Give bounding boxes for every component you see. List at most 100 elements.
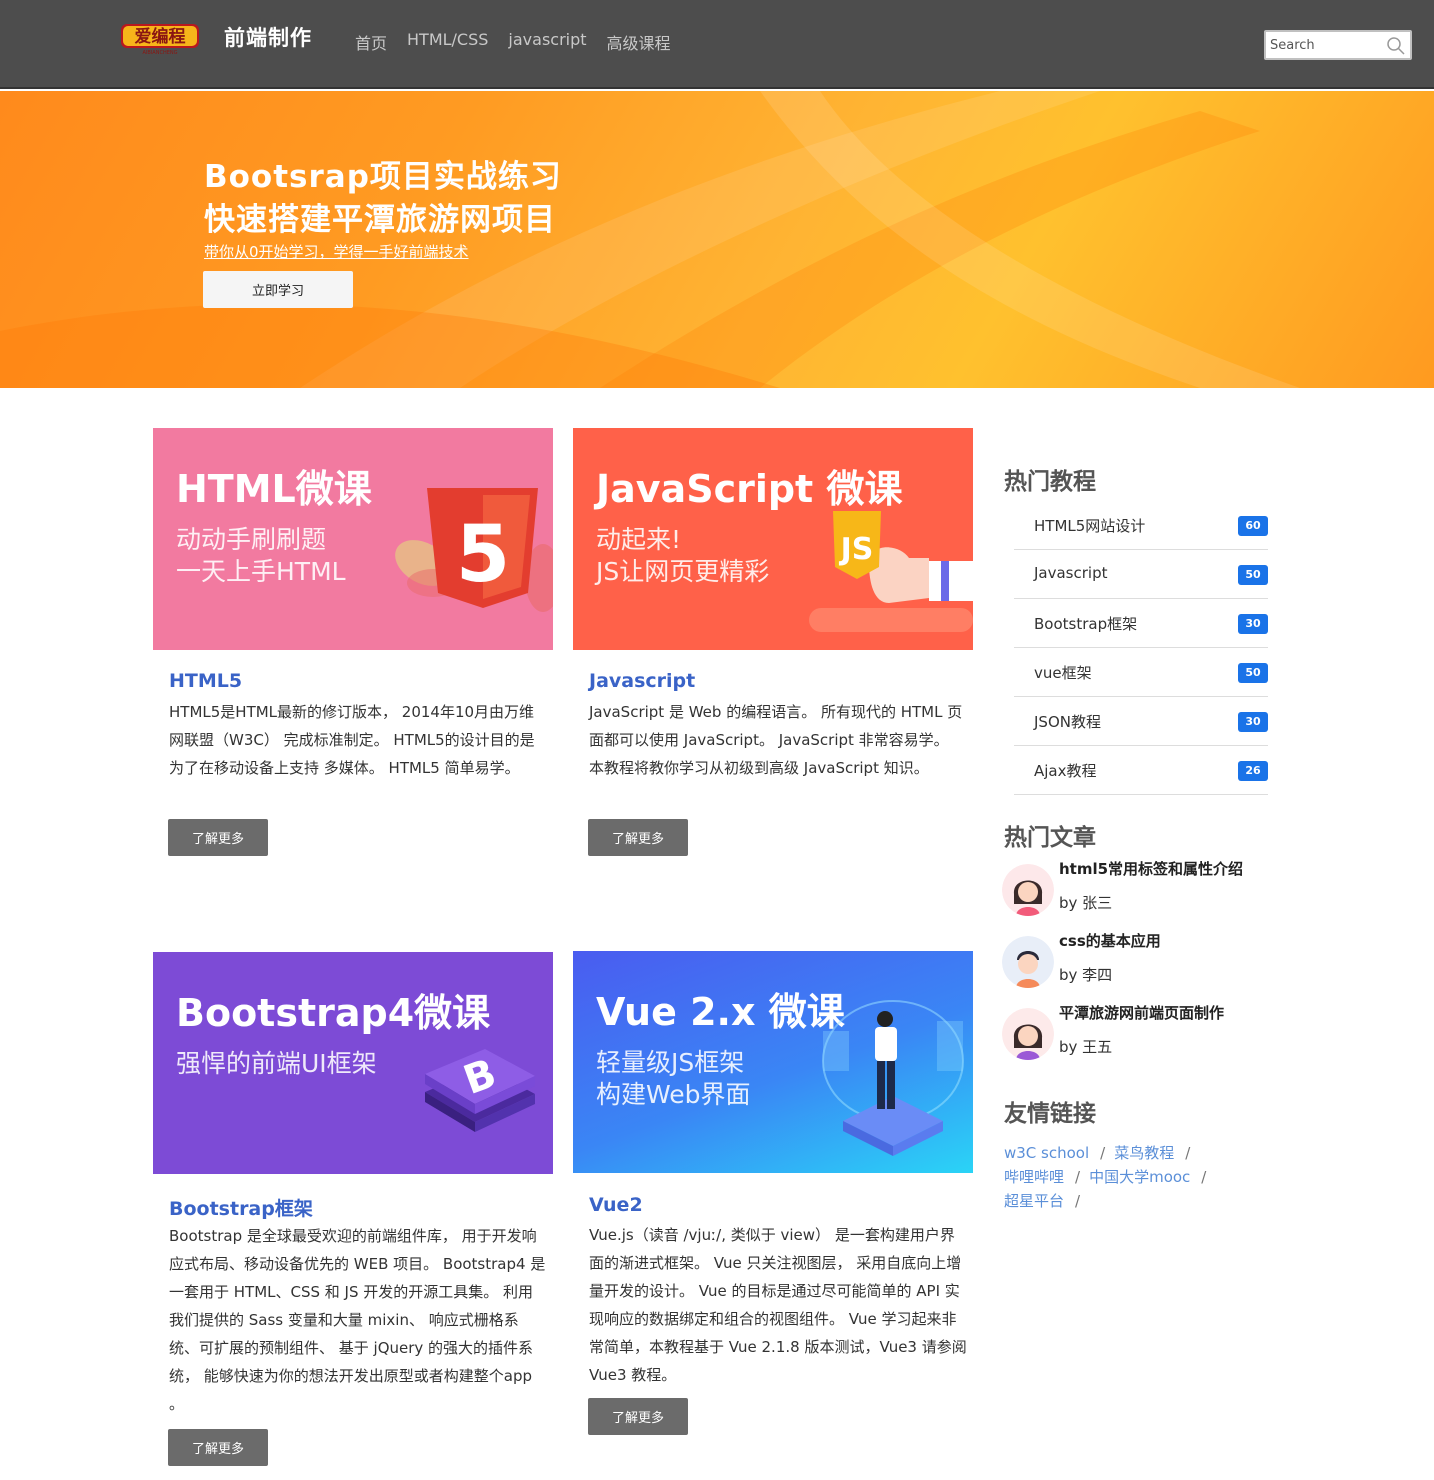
learn-more-button[interactable]: 了解更多 <box>588 1398 688 1435</box>
article-item[interactable]: html5常用标签和属性介绍 by 张三 <box>1002 858 1272 924</box>
start-learning-button[interactable]: 立即学习 <box>203 271 353 308</box>
count-badge: 30 <box>1238 614 1268 634</box>
learn-more-button[interactable]: 了解更多 <box>588 819 688 856</box>
article-item[interactable]: 平潭旅游网前端页面制作 by 王五 <box>1002 1002 1272 1068</box>
count-badge: 30 <box>1238 712 1268 732</box>
list-item[interactable]: Ajax教程 26 <box>1014 746 1268 795</box>
nav-link-javascript[interactable]: javascript <box>508 30 586 54</box>
list-item[interactable]: vue框架 50 <box>1014 648 1268 697</box>
article-title[interactable]: html5常用标签和属性介绍 <box>1059 858 1243 879</box>
hero-title-line2: 快速搭建平潭旅游网项目 <box>204 202 556 238</box>
search-icon[interactable] <box>1386 36 1406 56</box>
link-separator: / <box>1201 1168 1207 1186</box>
card-image-subtitle: 轻量级JS框架 <box>596 1048 745 1077</box>
card-description: Bootstrap 是全球最受欢迎的前端组件库， 用于开发响应式布局、移动设备优… <box>169 1227 546 1413</box>
article-title[interactable]: 平潭旅游网前端页面制作 <box>1059 1002 1224 1023</box>
article-author: by 李四 <box>1059 966 1113 984</box>
card-image-html5[interactable]: HTML微课 动动手刷刷题 一天上手HTML 5 <box>153 428 553 650</box>
card-image-subtitle: 强悍的前端UI框架 <box>176 1049 377 1078</box>
tutorial-label: Ajax教程 <box>1034 762 1097 780</box>
nav-link-html-css[interactable]: HTML/CSS <box>407 30 488 54</box>
js-badge-text: JS <box>839 532 874 567</box>
card-description: Vue.js（读音 /vjuː/, 类似于 view） 是一套构建用户界面的渐进… <box>589 1226 967 1384</box>
count-badge: 50 <box>1238 565 1268 585</box>
article-author: by 王五 <box>1059 1038 1113 1056</box>
main-nav: 首页 HTML/CSS javascript 高级课程 <box>355 30 671 54</box>
card-image-subtitle: 一天上手HTML <box>176 557 346 586</box>
friend-link[interactable]: 哔哩哔哩 <box>1004 1168 1064 1186</box>
search-input[interactable] <box>1268 34 1386 56</box>
card-image-title: Bootstrap4微课 <box>176 991 491 1035</box>
list-item[interactable]: HTML5网站设计 60 <box>1014 501 1268 550</box>
friend-link[interactable]: 超星平台 <box>1004 1192 1064 1210</box>
popular-tutorials-list: HTML5网站设计 60 Javascript 50 Bootstrap框架 30 v… <box>1014 501 1268 795</box>
bootstrap-logo-icon: B <box>425 1049 535 1132</box>
popular-articles-heading: 热门文章 <box>1004 825 1096 851</box>
html5-shield-icon: 5 <box>395 488 553 612</box>
svg-text:爱编程: 爱编程 <box>135 26 186 47</box>
card-description: HTML5是HTML最新的修订版本， 2014年10月由万维网联盟（W3C） 完… <box>169 703 535 777</box>
learn-more-button[interactable]: 了解更多 <box>168 1429 268 1466</box>
tutorial-label: Bootstrap框架 <box>1034 615 1138 633</box>
search-box <box>1264 30 1412 60</box>
svg-text:AIBIANCHENG: AIBIANCHENG <box>143 50 178 55</box>
card-image-subtitle: 动起来! <box>596 525 682 554</box>
card-image-subtitle: 构建Web界面 <box>596 1080 751 1109</box>
card-title[interactable]: Javascript <box>589 670 695 692</box>
javascript-hand-icon: JS <box>809 511 973 632</box>
avatar <box>1002 1008 1054 1060</box>
card-image-title: Vue 2.x 微课 <box>596 990 845 1034</box>
nav-link-advanced[interactable]: 高级课程 <box>607 30 671 54</box>
card-title[interactable]: Bootstrap框架 <box>169 1194 313 1221</box>
nav-link-home[interactable]: 首页 <box>355 30 387 54</box>
article-title[interactable]: css的基本应用 <box>1059 930 1161 951</box>
friend-link[interactable]: 菜鸟教程 <box>1114 1144 1174 1162</box>
card-image-title: HTML微课 <box>176 467 372 511</box>
course-card-vue2: Vue 2.x 微课 轻量级JS框架 构建Web界面 Vue2 Vue.js（读… <box>573 951 973 1471</box>
friend-link[interactable]: w3C school <box>1004 1144 1089 1162</box>
article-item[interactable]: css的基本应用 by 李四 <box>1002 930 1272 996</box>
friend-links: w3C school / 菜鸟教程 / 哔哩哔哩 / 中国大学mooc / 超星平台 / <box>1004 1141 1264 1213</box>
card-image-bootstrap[interactable]: Bootstrap4微课 强悍的前端UI框架 B <box>153 952 553 1174</box>
card-image-vue2[interactable]: Vue 2.x 微课 轻量级JS框架 构建Web界面 <box>573 951 973 1173</box>
count-badge: 26 <box>1238 761 1268 781</box>
list-item[interactable]: Bootstrap框架 30 <box>1014 599 1268 648</box>
list-item[interactable]: Javascript 50 <box>1014 550 1268 599</box>
tutorial-label: vue框架 <box>1034 664 1092 682</box>
link-separator: / <box>1075 1192 1081 1210</box>
article-author: by 张三 <box>1059 894 1113 912</box>
hero-banner: Bootsrap项目实战练习 快速搭建平潭旅游网项目 带你从0开始学习，学得一手… <box>0 91 1434 388</box>
hero-subtitle[interactable]: 带你从0开始学习，学得一手好前端技术 <box>204 241 469 262</box>
course-card-javascript: JavaScript 微课 动起来! JS让网页更精彩 JS Javascrip… <box>573 428 973 858</box>
brand-title[interactable]: 前端制作 <box>224 22 312 52</box>
link-separator: / <box>1185 1144 1191 1162</box>
site-logo[interactable]: 爱编程 AIBIANCHENG <box>120 21 200 56</box>
card-image-subtitle: 动动手刷刷题 <box>176 525 327 554</box>
count-badge: 60 <box>1238 516 1268 536</box>
vue-illustration <box>822 1000 964 1156</box>
tutorial-label: JSON教程 <box>1034 713 1101 731</box>
list-item[interactable]: JSON教程 30 <box>1014 697 1268 746</box>
card-image-javascript[interactable]: JavaScript 微课 动起来! JS让网页更精彩 JS <box>573 428 973 650</box>
learn-more-button[interactable]: 了解更多 <box>168 819 268 856</box>
navbar: 爱编程 AIBIANCHENG 前端制作 首页 HTML/CSS javascr… <box>0 0 1434 89</box>
link-separator: / <box>1075 1168 1081 1186</box>
card-image-subtitle: JS让网页更精彩 <box>596 557 770 586</box>
card-title[interactable]: Vue2 <box>589 1194 643 1216</box>
friend-link[interactable]: 中国大学mooc <box>1089 1168 1190 1186</box>
tutorial-label: HTML5网站设计 <box>1034 517 1146 535</box>
tutorial-label: Javascript <box>1034 564 1108 582</box>
course-card-html5: HTML微课 动动手刷刷题 一天上手HTML 5 HTML5 HTML5是HTM… <box>153 428 553 858</box>
count-badge: 50 <box>1238 663 1268 683</box>
card-description: JavaScript 是 Web 的编程语言。 所有现代的 HTML 页面都可以… <box>589 703 963 777</box>
link-separator: / <box>1100 1144 1106 1162</box>
hero-background <box>0 91 1300 388</box>
popular-tutorials-heading: 热门教程 <box>1004 469 1096 495</box>
avatar <box>1002 864 1054 916</box>
hero-title-line1: Bootsrap项目实战练习 <box>204 159 562 195</box>
card-title[interactable]: HTML5 <box>169 670 242 692</box>
course-card-bootstrap: Bootstrap4微课 强悍的前端UI框架 B Bootstrap框架 Boo… <box>153 952 553 1472</box>
html5-badge-text: 5 <box>456 510 510 600</box>
friend-links-heading: 友情链接 <box>1004 1101 1096 1127</box>
avatar <box>1002 936 1054 988</box>
